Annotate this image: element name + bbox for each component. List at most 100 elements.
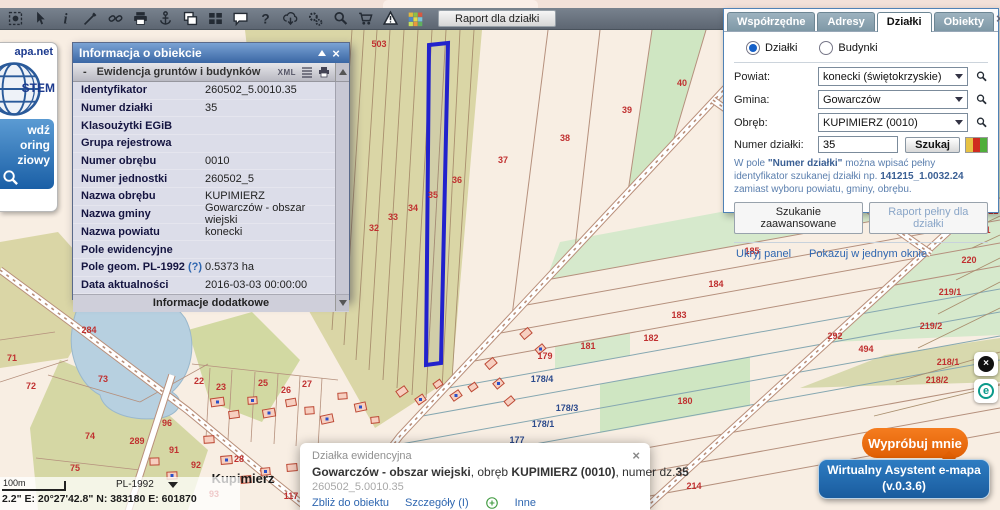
- xml-export-link[interactable]: XML: [278, 68, 296, 77]
- list-view-icon[interactable]: [301, 66, 313, 78]
- panel-buttons: Szukanie zaawansowane Raport pełny dla d…: [734, 202, 988, 234]
- report-dzialka-button[interactable]: Raport dla działki: [438, 10, 557, 27]
- close-icon[interactable]: ×: [632, 448, 640, 463]
- info-row-label: Numer obrębu: [81, 155, 157, 168]
- search-panel-tabs: Współrzędne Adresy Działki Obiekty ×: [724, 9, 1000, 32]
- popup-scrollbar[interactable]: [335, 82, 349, 295]
- print-icon[interactable]: [318, 66, 330, 78]
- toolbar: i? Raport dla działki: [0, 8, 723, 30]
- field-row-obreb: Obręb: KUPIMIERZ (0010): [734, 113, 988, 132]
- settings-icon[interactable]: [303, 9, 328, 29]
- gmina-select[interactable]: Gowarczów: [818, 90, 968, 109]
- layout-tiles-icon[interactable]: [203, 9, 228, 29]
- parcel-label: 73: [98, 374, 108, 384]
- hide-panel-link[interactable]: Ukryj panel: [736, 248, 791, 260]
- scroll-up-icon[interactable]: [335, 63, 349, 81]
- radio-dot[interactable]: [819, 41, 834, 55]
- parcel-label: 289: [129, 436, 144, 446]
- radio-budynki[interactable]: Budynki: [819, 41, 878, 55]
- help-link[interactable]: (?): [185, 261, 202, 273]
- scroll-down-icon[interactable]: [335, 295, 349, 312]
- numer-dzialki-input[interactable]: 35: [818, 136, 899, 153]
- banner-logo-text: STEM: [21, 81, 55, 95]
- feature-link-2[interactable]: Szczegóły (I): [405, 497, 469, 509]
- crs-selector[interactable]: PL-1992: [116, 479, 178, 490]
- e-service-button[interactable]: e: [974, 379, 998, 403]
- cart-icon[interactable]: [353, 9, 378, 29]
- search-powiat-icon[interactable]: [975, 70, 988, 83]
- popup-rows: Identyfikator 260502_5.0010.35 Numer dział…: [73, 82, 349, 295]
- speech-bubble-icon[interactable]: [228, 9, 253, 29]
- parcel-label: 178/1: [532, 419, 555, 429]
- radio-dot[interactable]: [746, 41, 760, 55]
- cloud-download-icon[interactable]: [278, 9, 303, 29]
- virtual-assistant-button[interactable]: Wirtualny Asystent e-mapa (v.0.3.6): [818, 459, 990, 499]
- tab-działki[interactable]: Działki: [876, 12, 932, 32]
- info-row-value: konecki: [205, 225, 243, 238]
- feature-info-panel: Działka ewidencyjna × Gowarczów - obszar…: [300, 443, 689, 510]
- advanced-search-button[interactable]: Szukanie zaawansowane: [734, 202, 863, 234]
- info-row-label: Pole ewidencyjne: [81, 243, 173, 256]
- marquee-select-icon[interactable]: [3, 9, 28, 29]
- emapa-ad-banner[interactable]: apa.net STEM wdź oring ziowy: [0, 42, 58, 212]
- info-row-label: Numer jednostki: [81, 172, 168, 185]
- panel-fields: Powiat: konecki (świętokrzyskie) Gmina: Gow…: [734, 67, 988, 153]
- warning-icon[interactable]: [378, 9, 403, 29]
- banner-domain: apa.net: [14, 46, 53, 58]
- help-icon[interactable]: ?: [253, 9, 278, 29]
- popup-titlebar: Informacja o obiekcie ×: [73, 43, 349, 63]
- info-row-label: Pole geom. PL-1992 (?): [81, 261, 203, 274]
- powiat-select[interactable]: konecki (świętokrzyskie): [818, 67, 968, 86]
- parcel-label: 33: [388, 212, 398, 222]
- parcel-label: 183: [671, 310, 686, 320]
- section-collapse-toggle[interactable]: -: [83, 66, 87, 78]
- legend-mosaic-icon[interactable]: [403, 9, 428, 29]
- tab-adresy[interactable]: Adresy: [817, 12, 875, 31]
- parcel-label: 37: [498, 155, 508, 165]
- additional-info-link[interactable]: Informacje dodatkowe: [153, 297, 269, 309]
- radio-działki[interactable]: Działki: [746, 41, 797, 55]
- chevron-down-icon: [955, 120, 963, 125]
- magnifier-icon[interactable]: [328, 9, 353, 29]
- cursor-icon[interactable]: [28, 9, 53, 29]
- collapse-icon[interactable]: [315, 43, 329, 63]
- parcel-label: 218/2: [926, 375, 949, 385]
- popup-footer[interactable]: Informacje dodatkowe: [73, 294, 349, 313]
- assistant-line1: Wirtualny Asystent e-mapa: [827, 463, 981, 478]
- plus-circle-icon[interactable]: [485, 496, 499, 510]
- copy-window-icon[interactable]: [178, 9, 203, 29]
- parcel-label: 219/2: [920, 321, 943, 331]
- assistant-bubble[interactable]: Wypróbuj mnie: [862, 428, 968, 458]
- draw-measure-icon[interactable]: [78, 9, 103, 29]
- feature-link-1[interactable]: Zbliż do obiektu: [312, 497, 389, 509]
- app-window: 503403938373635343332222221220219/1219/2…: [0, 0, 1000, 510]
- obreb-select[interactable]: KUPIMIERZ (0010): [818, 113, 968, 132]
- share-button[interactable]: ×: [974, 352, 998, 376]
- assistant-line2: (v.0.3.6): [882, 479, 926, 493]
- search-obreb-icon[interactable]: [975, 116, 988, 129]
- tab-obiekty[interactable]: Obiekty: [933, 12, 994, 31]
- tab-współrzędne[interactable]: Współrzędne: [727, 12, 816, 31]
- info-row: Nazwa powiatu konecki: [73, 224, 336, 242]
- field-row-powiat: Powiat: konecki (świętokrzyskie): [734, 67, 988, 86]
- single-window-link[interactable]: Pokazuj w jednym oknie: [809, 248, 927, 260]
- info-icon[interactable]: i: [53, 9, 78, 29]
- feature-type-label: Działka ewidencyjna: [312, 450, 412, 462]
- info-row-value: KUPIMIERZ: [205, 190, 265, 203]
- banner-ad-box[interactable]: wdź oring ziowy: [0, 119, 54, 189]
- anchor-icon[interactable]: [153, 9, 178, 29]
- svg-text:i: i: [63, 12, 67, 27]
- print-icon[interactable]: [128, 9, 153, 29]
- parcel-label: 96: [162, 418, 172, 428]
- magnifier-icon: [3, 170, 18, 185]
- scalebar: [2, 481, 66, 491]
- close-icon[interactable]: ×: [996, 11, 1000, 26]
- parcel-label: 91: [169, 445, 179, 455]
- search-gmina-icon[interactable]: [975, 93, 988, 106]
- full-report-button[interactable]: Raport pełny dla działki: [868, 202, 988, 234]
- szukaj-button[interactable]: Szukaj: [905, 136, 960, 153]
- link-icon[interactable]: [103, 9, 128, 29]
- close-icon[interactable]: ×: [329, 43, 343, 63]
- feature-link-3[interactable]: Inne: [515, 497, 536, 509]
- popup-section-header[interactable]: - Ewidencja gruntów i budynków XML: [73, 63, 349, 82]
